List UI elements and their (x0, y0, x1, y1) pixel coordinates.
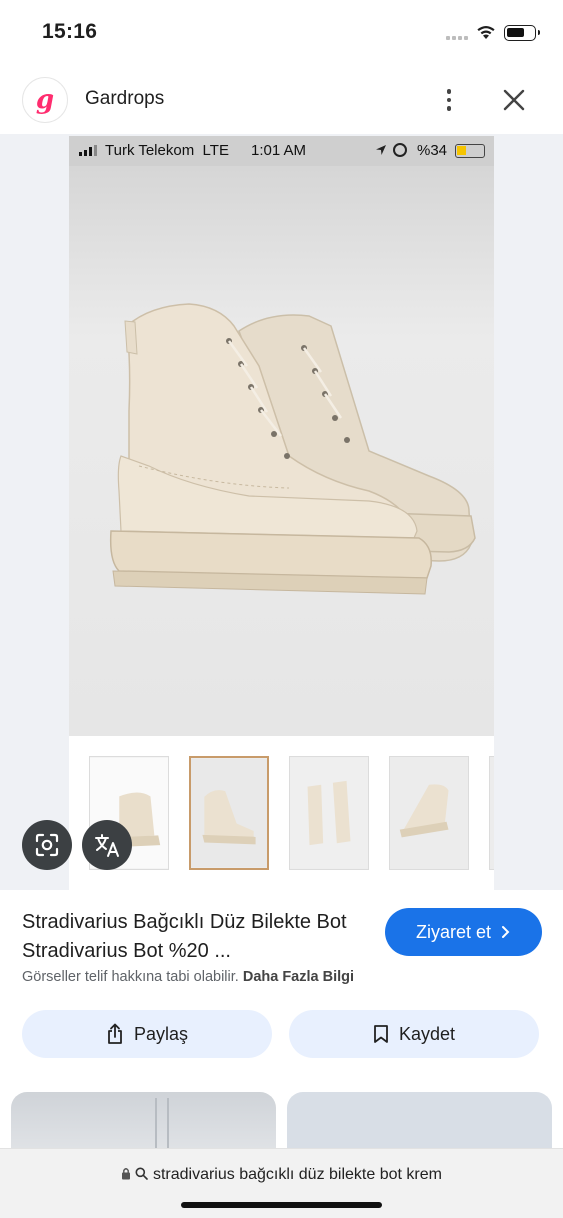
app-title: Gardrops (85, 88, 165, 109)
visit-button-label: Ziyaret et (415, 921, 492, 942)
save-button[interactable]: Kaydet (289, 1010, 539, 1058)
close-icon[interactable] (500, 86, 528, 114)
status-time: 15:16 (42, 20, 98, 43)
more-options-button[interactable] (436, 82, 462, 118)
rotation-lock-icon (393, 143, 407, 157)
wifi-icon (477, 26, 495, 39)
thumbnail-5[interactable] (489, 756, 494, 870)
save-label: Kaydet (398, 1023, 456, 1044)
thumbnail-2[interactable] (189, 756, 269, 870)
screenshot-status-bar: Turk Telekom LTE 1:01 AM %34 (69, 136, 494, 166)
share-label: Paylaş (133, 1023, 189, 1044)
url-text: stradivarius bağcıklı düz bilekte bot kr… (152, 1166, 442, 1183)
screenshot-battery-text: %34 (417, 142, 448, 159)
location-icon (376, 145, 386, 155)
lock-icon (122, 1168, 131, 1180)
battery-icon (504, 25, 540, 41)
url-bar[interactable]: stradivarius bağcıklı düz bilekte bot kr… (0, 1148, 563, 1218)
share-button[interactable]: Paylaş (22, 1010, 272, 1058)
lens-icon (35, 833, 59, 857)
thumbnail-3[interactable] (289, 756, 369, 870)
screenshot-battery-icon (455, 144, 485, 158)
url-display[interactable]: stradivarius bağcıklı düz bilekte bot kr… (0, 1166, 563, 1184)
gardrops-logo: g (22, 77, 68, 123)
more-info-link[interactable]: Daha Fazla Bilgi (243, 969, 354, 985)
main-image[interactable]: Turk Telekom LTE 1:01 AM %34 (69, 136, 494, 736)
app-header: g Gardrops (0, 68, 563, 134)
copyright-notice: Görseller telif hakkına tabi olabilir. D… (22, 969, 355, 985)
lens-search-button[interactable] (22, 820, 72, 870)
search-icon (135, 1167, 149, 1180)
home-indicator[interactable] (181, 1202, 382, 1208)
screenshot-signal-icon (79, 145, 97, 156)
screenshot-carrier: Turk Telekom LTE (105, 142, 229, 159)
chevron-right-icon (502, 926, 510, 938)
visit-button[interactable]: Ziyaret et (385, 908, 542, 956)
screenshot-time: 1:01 AM (251, 142, 307, 159)
thumbnail-4[interactable] (389, 756, 469, 870)
status-bar: 15:16 (0, 0, 563, 68)
thumbnail-strip (69, 736, 494, 890)
page: 15:16 g Gardrops Turk Telekom LTE 1:01 A… (0, 0, 563, 1218)
translate-icon (95, 834, 119, 857)
translate-button[interactable] (82, 820, 132, 870)
signal-icon (446, 36, 468, 40)
bookmark-icon (374, 1025, 388, 1043)
product-title[interactable]: Stradivarius Bağcıklı Düz Bilekte Bot St… (22, 908, 362, 966)
boots-image (69, 166, 494, 736)
image-viewer: Turk Telekom LTE 1:01 AM %34 (0, 134, 563, 890)
share-icon (108, 1023, 122, 1044)
